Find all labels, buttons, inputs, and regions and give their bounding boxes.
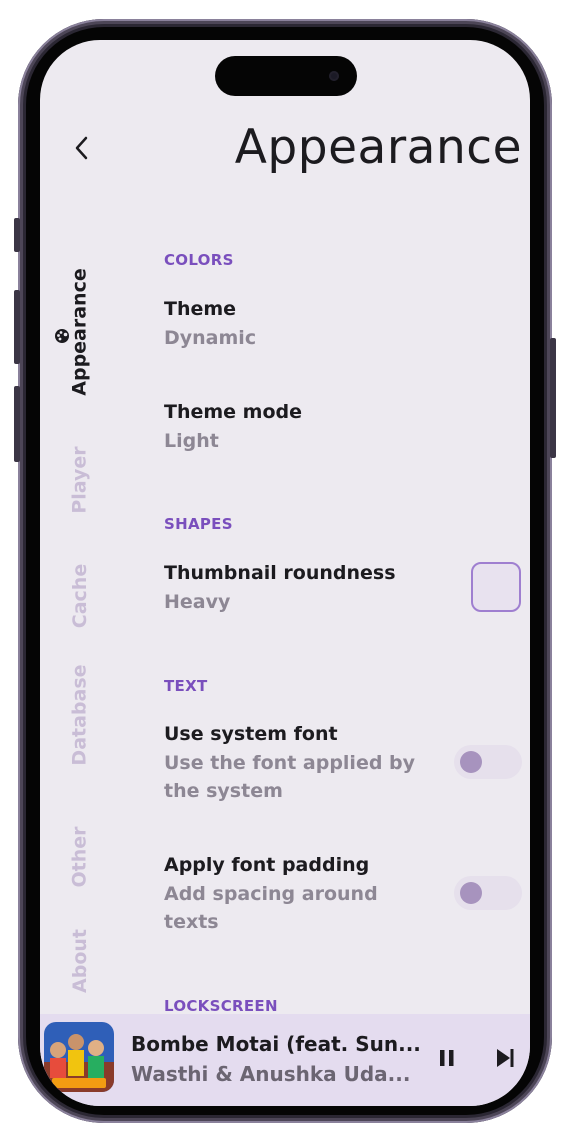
mini-player[interactable]: Bombe Motai (feat. Sun... Wasthi & Anush… <box>40 1014 530 1106</box>
system-font-toggle[interactable] <box>454 745 522 779</box>
back-button[interactable] <box>66 132 98 164</box>
dynamic-island <box>215 56 357 96</box>
setting-value: Light <box>164 430 219 452</box>
song-title: Bombe Motai (feat. Sun... <box>131 1032 421 1056</box>
setting-title: Theme <box>164 298 237 320</box>
tab-cache[interactable]: Cache <box>60 546 100 646</box>
pause-button[interactable] <box>433 1044 461 1072</box>
tab-label: Other <box>69 826 91 888</box>
song-artist: Wasthi & Anushka Uda... <box>131 1062 411 1086</box>
power-button <box>550 338 556 458</box>
tab-label: Database <box>69 664 91 766</box>
setting-title: Use system font <box>164 723 338 745</box>
tab-label: About <box>69 929 91 993</box>
action-button <box>14 218 20 252</box>
font-padding-toggle[interactable] <box>454 876 522 910</box>
setting-thumbnail-roundness[interactable]: Thumbnail roundness Heavy <box>164 560 424 616</box>
album-art[interactable] <box>44 1022 114 1092</box>
vertical-tab-rail: Appearance Player Cache Database Other A… <box>55 262 100 1002</box>
setting-value: Heavy <box>164 591 231 613</box>
setting-use-system-font[interactable]: Use system font Use the font applied by … <box>164 721 424 805</box>
tab-player[interactable]: Player <box>60 430 100 530</box>
setting-title: Apply font padding <box>164 854 370 876</box>
pause-icon <box>440 1050 454 1066</box>
palette-icon <box>55 329 69 343</box>
setting-title: Theme mode <box>164 401 303 423</box>
volume-up-button <box>14 290 20 364</box>
skip-next-icon <box>497 1049 514 1067</box>
tab-label: Cache <box>69 563 92 629</box>
tab-label: Appearance <box>69 268 92 396</box>
tab-other[interactable]: Other <box>60 822 100 892</box>
setting-description: Use the font applied by the system <box>164 752 416 802</box>
skip-next-button[interactable] <box>491 1044 519 1072</box>
section-header-colors: COLORS <box>164 251 234 269</box>
tab-label: Player <box>69 446 92 514</box>
setting-value: Dynamic <box>164 327 257 349</box>
tab-database[interactable]: Database <box>60 660 100 770</box>
setting-description: Add spacing around texts <box>164 883 378 933</box>
section-header-shapes: SHAPES <box>164 515 233 533</box>
section-header-lockscreen: LOCKSCREEN <box>164 997 278 1015</box>
volume-down-button <box>14 386 20 462</box>
setting-theme[interactable]: Theme Dynamic <box>164 296 424 352</box>
tab-about[interactable]: About <box>60 926 100 996</box>
chevron-left-icon <box>75 136 88 160</box>
setting-title: Thumbnail roundness <box>164 562 396 584</box>
setting-theme-mode[interactable]: Theme mode Light <box>164 399 424 455</box>
page-title: Appearance <box>234 120 522 175</box>
section-header-text: TEXT <box>164 677 208 695</box>
app-screen: Appearance Appearance Player Cache Datab… <box>40 40 530 1106</box>
setting-apply-font-padding[interactable]: Apply font padding Add spacing around te… <box>164 852 424 936</box>
thumbnail-roundness-preview[interactable] <box>471 562 521 612</box>
